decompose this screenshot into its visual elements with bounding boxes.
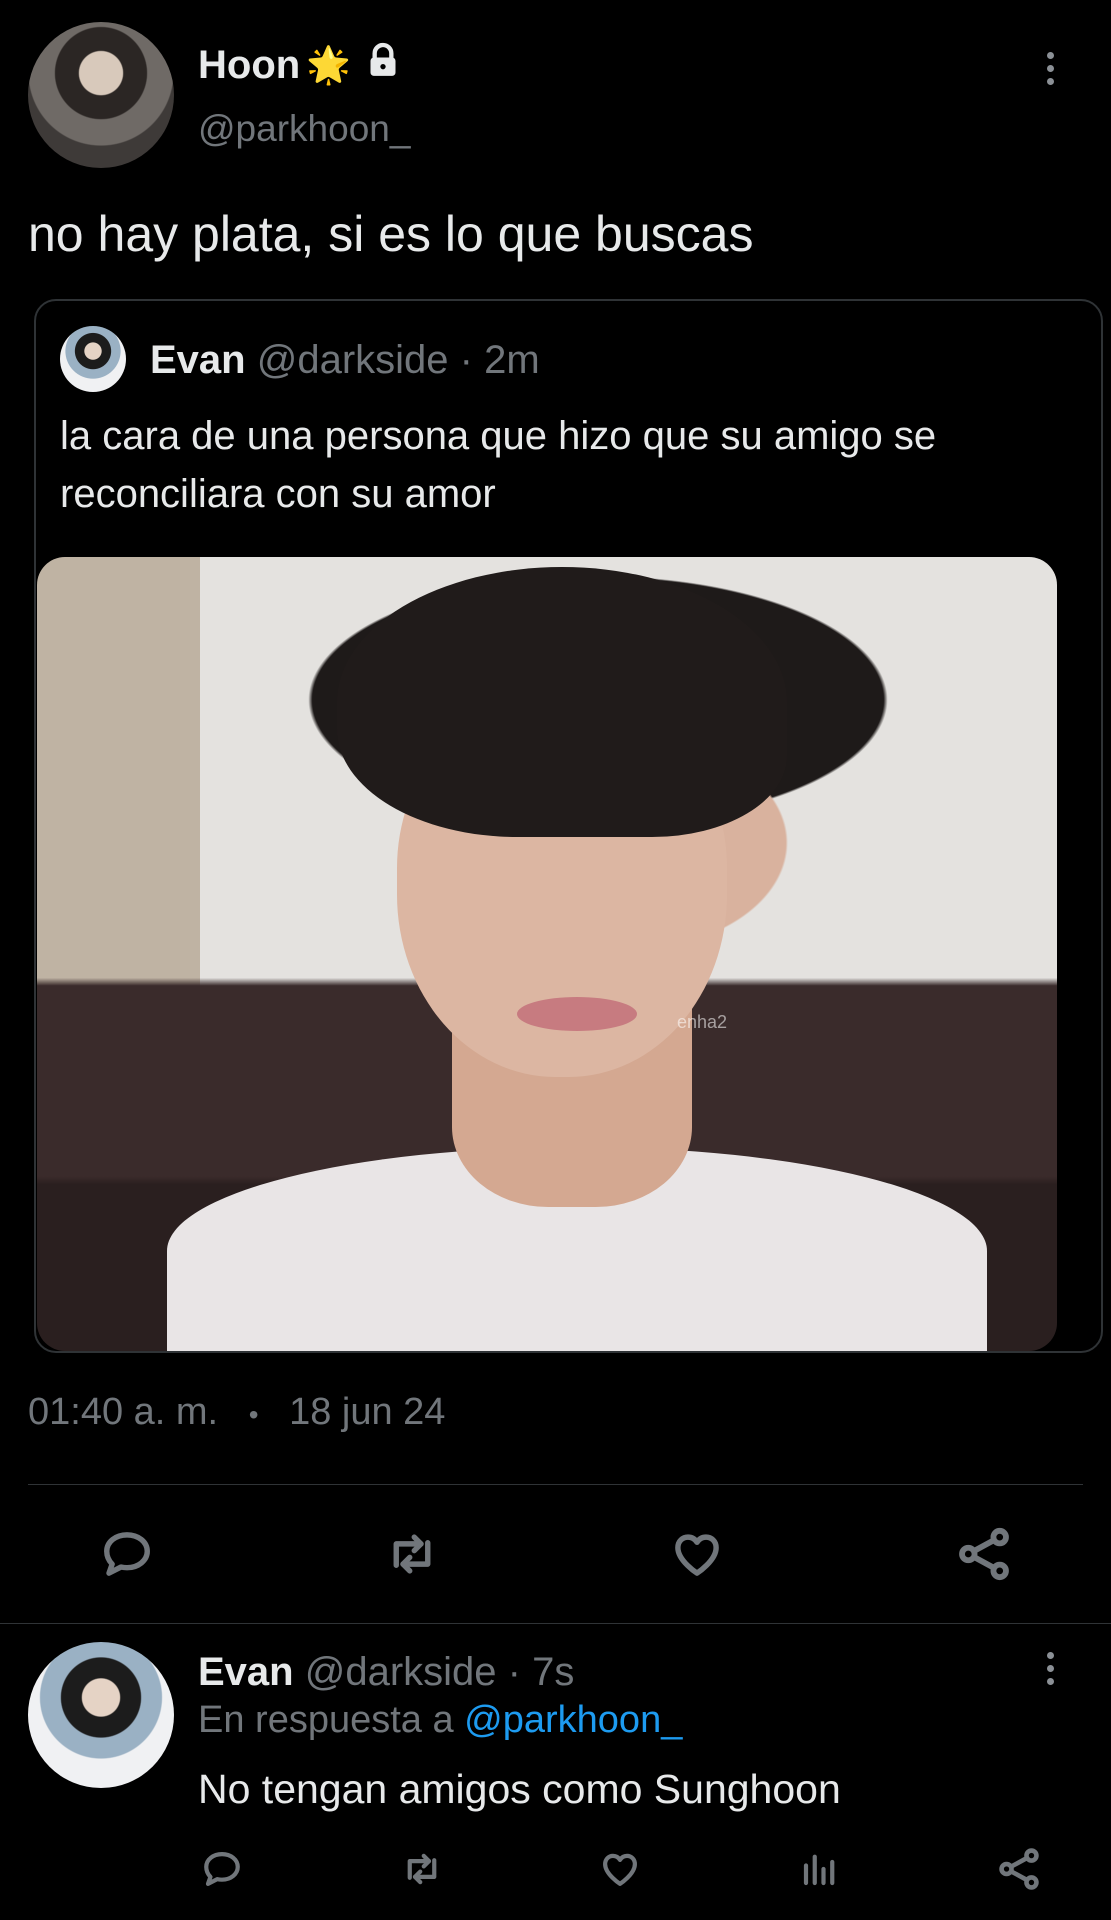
reply-more-options-icon[interactable] [1045,1652,1055,1692]
quoted-handle: @darkside [256,338,449,382]
author-avatar[interactable] [28,22,174,168]
share-icon [959,1527,1009,1581]
more-options-icon[interactable] [1045,52,1055,92]
reply-retweet-button[interactable] [398,1848,446,1895]
quoted-text: la cara de una persona que hizo que su a… [60,414,937,516]
reply-text: No tengan amigos como Sunghoon [198,1766,841,1812]
star-emoji: 🌟 [306,44,352,85]
quoted-avatar [60,326,126,392]
retweet-icon [407,1853,437,1885]
reply-icon [204,1852,240,1886]
in-reply-handle[interactable]: @parkhoon_ [464,1699,682,1741]
reply-like-button[interactable] [598,1848,642,1895]
retweet-button[interactable] [381,1527,443,1586]
photo-hair [337,567,787,837]
in-reply-prefix: En respuesta a [198,1699,454,1741]
timestamp-divider [28,1484,1083,1485]
retweet-icon [393,1534,431,1574]
tweet-date: 18 jun 24 [289,1391,446,1433]
quoted-header: Evan @darkside · 2m [150,338,540,383]
reply-button[interactable] [98,1527,156,1586]
author-handle[interactable]: @parkhoon_ [198,108,410,150]
views-icon [803,1854,835,1886]
timestamp-row: 01:40 a. m. • 18 jun 24 [28,1391,445,1434]
lock-icon [363,40,403,90]
reply-header: Evan @darkside · 7s [198,1650,574,1695]
quoted-time: · 2m [459,338,540,382]
tweet-text: no hay plata, si es lo que buscas [28,206,754,262]
in-reply-to: En respuesta a @parkhoon_ [198,1699,682,1742]
quoted-photo[interactable]: enha2 [37,557,1057,1351]
reply-divider [0,1623,1111,1624]
reply-share-button[interactable] [996,1846,1042,1897]
reply-avatar[interactable] [28,1642,174,1788]
like-icon [603,1853,637,1886]
author-name: Hoon [198,42,301,87]
share-button[interactable] [954,1525,1014,1588]
author-name-row[interactable]: Hoon 🌟 [198,40,403,90]
time-separator: • [248,1399,259,1430]
reply-views-button[interactable] [798,1848,842,1895]
tweet-time: 01:40 a. m. [28,1391,219,1433]
photo-watermark: enha2 [677,1012,728,1032]
reply-name[interactable]: Evan [198,1650,294,1694]
reply-time: · 7s [507,1650,575,1694]
photo-lips [517,997,637,1031]
quoted-name: Evan [150,338,246,382]
like-icon [675,1534,719,1576]
reply-reply-button[interactable] [200,1848,244,1895]
reply-handle[interactable]: @darkside [305,1650,497,1694]
like-button[interactable] [668,1527,726,1586]
reply-icon [104,1532,150,1576]
share-icon [999,1848,1039,1890]
